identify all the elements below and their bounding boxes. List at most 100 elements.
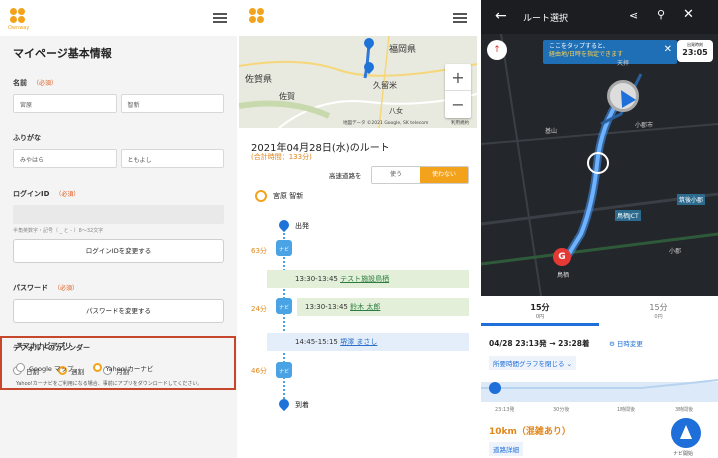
page-title: マイページ基本情報: [13, 47, 112, 60]
nav-note: Yahoo!カーナビをご利用になる場合、事前にアプリをダウンロードしてください。: [16, 381, 203, 387]
menu-icon[interactable]: [453, 13, 467, 23]
stop-link[interactable]: テスト施設鳥栖: [340, 275, 389, 283]
menu-icon[interactable]: [213, 13, 227, 23]
name-label: 名前: [13, 79, 27, 87]
end-label: 到着: [295, 401, 309, 409]
map-label: 鳥栖JCT: [615, 210, 641, 221]
graph-tick: 3時間後: [675, 407, 694, 413]
logo-text: Ownway: [8, 25, 30, 31]
map-roads: [239, 36, 477, 128]
required-badge: （必須）: [55, 191, 80, 198]
header: Ownway: [0, 0, 237, 36]
highway-label: 高速道路を: [329, 172, 362, 180]
stop-link[interactable]: 堺澤 まさし: [340, 338, 377, 346]
zoom-in-button[interactable]: +: [445, 64, 471, 91]
graph-tick: 23:13発: [495, 407, 515, 413]
map-label: 佐賀県: [245, 75, 273, 85]
graph-toggle-button[interactable]: 所要時間グラフを閉じる ⌄: [489, 356, 577, 370]
stop-item[interactable]: 13:30-13:45 鈴木 太郎: [297, 298, 469, 316]
share-icon[interactable]: ⋖: [629, 9, 638, 22]
graph-tick: 1時間後: [617, 407, 636, 413]
profile-panel: Ownway マイページ基本情報 名前 （必須） 宮原 智新 ふりがな みやはら …: [0, 0, 237, 458]
change-date-button[interactable]: ⚙ 日時変更: [609, 338, 643, 348]
kana-first-input[interactable]: ともよし: [120, 149, 224, 168]
stop-item[interactable]: 14:45-15:15 堺澤 まさし: [267, 333, 469, 351]
radio-selected-icon: [92, 363, 102, 372]
map-label: 基山: [545, 128, 558, 135]
navi-start-label: ナビ開始: [673, 451, 694, 457]
kana-last-input[interactable]: みやはら: [13, 149, 117, 168]
date-route-text: 04/28 23:13発 → 23:28着: [489, 339, 590, 348]
radio-icon: [16, 363, 25, 372]
map-label: 小郡: [669, 248, 682, 255]
route-detail-button[interactable]: 道路詳細: [489, 442, 523, 456]
graph-tick: 30分後: [553, 407, 570, 413]
compass-icon[interactable]: ↑: [487, 40, 507, 60]
back-arrow-icon[interactable]: ←: [495, 8, 507, 24]
map-label: 天拝: [617, 60, 630, 67]
navi-start-button[interactable]: [671, 418, 701, 448]
map-label: 鳥栖: [557, 272, 570, 279]
route-panel: 福岡県 佐賀県 久留米 佐賀 八女 地図データ ©2021 Google, SK…: [239, 0, 477, 458]
route-summary: 15分 0円 15分 0円 04/28 23:13発 → 23:28着 ⚙ 日時…: [481, 296, 718, 458]
first-name-input[interactable]: 智新: [120, 94, 224, 113]
nav-app-label: スマホナビアプリ: [16, 342, 72, 350]
map-label: 久留米: [373, 81, 397, 90]
highway-toggle: 使う 使わない: [371, 166, 469, 184]
route-tab-1[interactable]: 15分 0円: [481, 296, 599, 326]
departure-time-box[interactable]: 出発時刻 23:05: [677, 40, 713, 62]
current-position-icon: [607, 80, 639, 112]
tooltip-banner[interactable]: ここをタップすると、 経由地/日時を指定できます ✕: [543, 40, 677, 64]
gear-icon: ⚙: [609, 340, 617, 348]
close-icon[interactable]: ✕: [683, 7, 694, 22]
kana-label: ふりがな: [13, 134, 41, 142]
route-tab-2[interactable]: 15分 0円: [599, 296, 718, 326]
zoom-out-button[interactable]: −: [445, 91, 471, 118]
last-name-input[interactable]: 宮原: [13, 94, 117, 113]
stop-item[interactable]: 13:30-13:45 テスト施設鳥栖: [267, 270, 469, 288]
route-select-screen: ← ルート選択 ⋖ ⚲ ✕ ここをタップすると、 経由地/日時を指定できます ✕…: [481, 0, 718, 458]
route-map[interactable]: 福岡県 佐賀県 久留米 佐賀 八女 地図データ ©2021 Google, SK…: [239, 36, 477, 128]
map-label: 福岡県: [389, 45, 417, 55]
required-badge: （必須）: [54, 285, 79, 292]
header: [239, 0, 477, 36]
distance-text: 10km（混雑あり）: [489, 427, 571, 437]
dark-route-map[interactable]: ここをタップすると、 経由地/日時を指定できます ✕ ↑ 出発時刻 23:05 …: [481, 34, 718, 296]
login-id-label: ログインID: [13, 190, 50, 198]
duration: 24分: [251, 305, 267, 313]
goal-marker-icon: G: [553, 248, 571, 266]
top-bar: ← ルート選択 ⋖ ⚲ ✕: [481, 0, 718, 34]
tooltip-close-icon[interactable]: ✕: [664, 45, 672, 55]
user-name: 宮原 智新: [273, 192, 304, 200]
highway-use-button[interactable]: 使う: [372, 167, 420, 183]
password-label: パスワード: [13, 284, 48, 292]
start-pin-icon: [276, 217, 292, 233]
screen-title: ルート選択: [523, 14, 569, 24]
car-nav-icon[interactable]: ナビ: [276, 362, 292, 378]
login-id-field: [13, 205, 224, 224]
map-attribution: 地図データ ©2021 Google, SK telecom: [343, 121, 429, 126]
zoom-control: + −: [445, 64, 471, 118]
car-nav-icon[interactable]: ナビ: [276, 298, 292, 314]
logo[interactable]: [249, 8, 265, 24]
login-id-hint: 半角英数字・記号（ _ と - ）8〜32文字: [13, 228, 104, 234]
highway-no-button[interactable]: 使わない: [420, 167, 468, 183]
car-nav-icon[interactable]: ナビ: [276, 240, 292, 256]
map-label: 佐賀: [279, 92, 295, 101]
map-terms-link[interactable]: 利用規約: [451, 120, 469, 126]
nav-option-yahoo[interactable]: Yahoo!カーナビ: [92, 363, 153, 373]
location-pin-icon[interactable]: ⚲: [657, 8, 665, 21]
duration: 63分: [251, 247, 267, 255]
map-label: 筑後小郡: [677, 194, 706, 205]
change-password-button[interactable]: パスワードを変更する: [13, 299, 224, 323]
change-login-id-button[interactable]: ログインIDを変更する: [13, 239, 224, 263]
map-label: 八女: [389, 107, 403, 115]
navigate-arrow-icon: [680, 425, 692, 439]
travel-time-graph: [481, 379, 718, 402]
nav-option-google[interactable]: Google マップ: [16, 363, 74, 373]
waypoint-icon[interactable]: [587, 152, 609, 174]
map-label: 小郡市: [635, 122, 654, 129]
logo[interactable]: [10, 8, 26, 24]
stop-link[interactable]: 鈴木 太郎: [350, 303, 380, 311]
total-time: (合計時間：133分): [251, 153, 312, 161]
